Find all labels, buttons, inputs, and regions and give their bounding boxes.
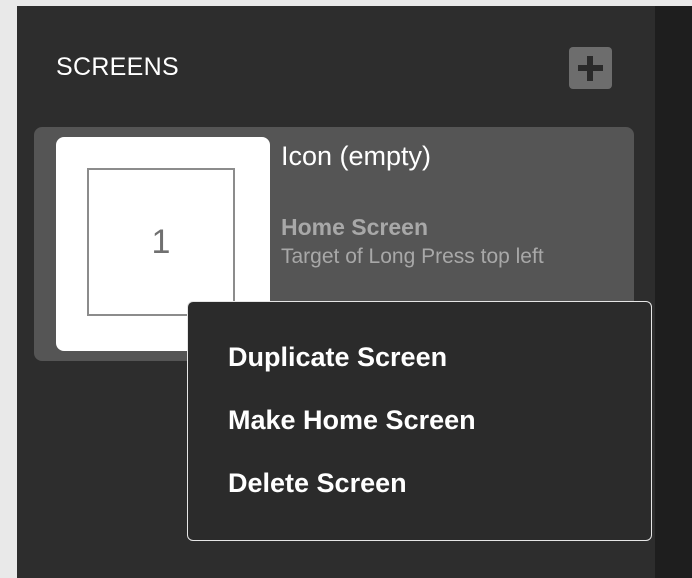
canvas-edge <box>655 6 692 578</box>
make-home-screen-menu-item[interactable]: Make Home Screen <box>228 405 476 436</box>
context-menu: Duplicate Screen Make Home Screen Delete… <box>187 301 652 541</box>
thumbnail-number: 1 <box>151 222 171 261</box>
screen-description: Target of Long Press top left <box>281 245 544 268</box>
screen-name: Icon (empty) <box>281 141 432 171</box>
screen-role: Home Screen <box>281 214 429 240</box>
thumbnail-frame: 1 <box>87 168 235 316</box>
duplicate-screen-menu-item[interactable]: Duplicate Screen <box>228 342 447 373</box>
delete-screen-menu-item[interactable]: Delete Screen <box>228 468 407 499</box>
section-title: SCREENS <box>56 53 179 81</box>
add-screen-button[interactable] <box>569 47 612 89</box>
